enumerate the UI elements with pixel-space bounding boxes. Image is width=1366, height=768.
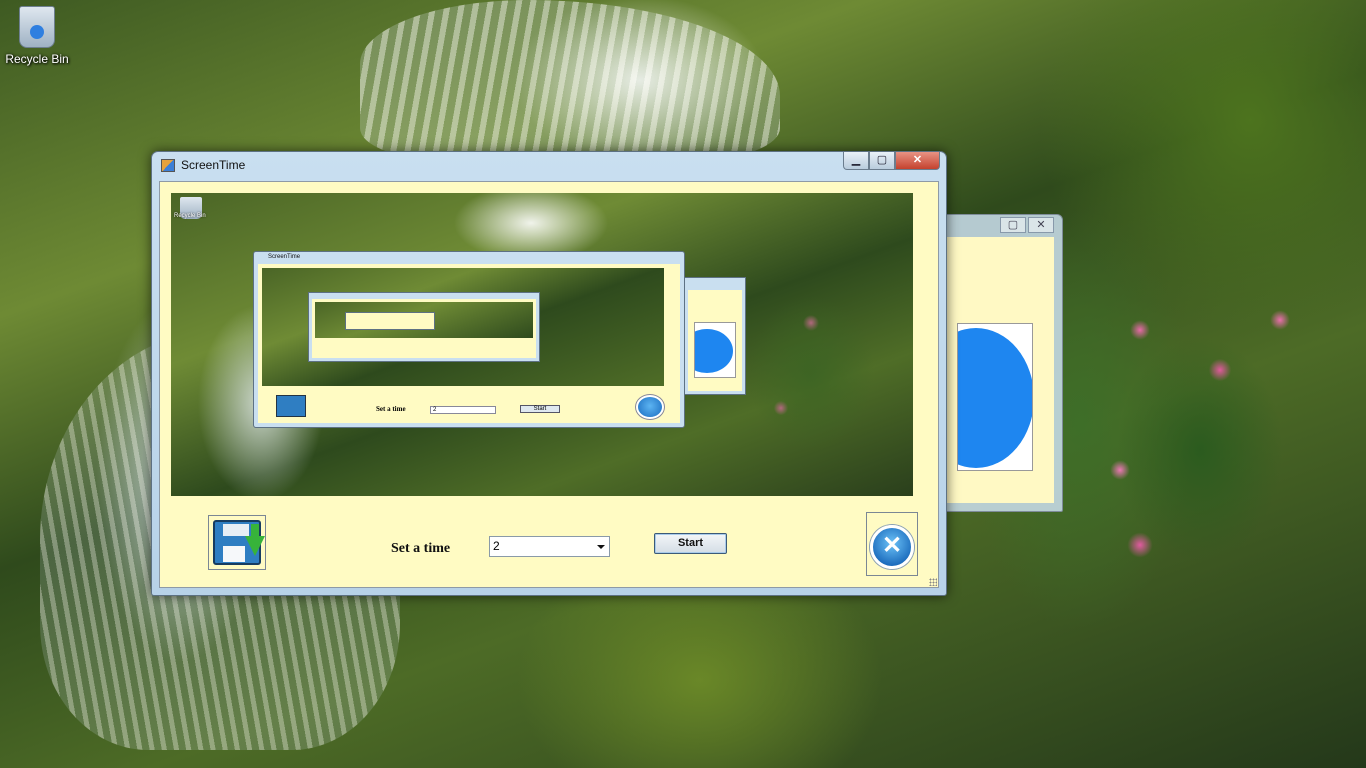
preview-nested-window: ScreenTime Set a time 2 Start bbox=[253, 251, 685, 428]
screentime-window[interactable]: ScreenTime ▁ ▢ ✕ Recycle Bin ScreenTime bbox=[151, 151, 947, 596]
maximize-button[interactable]: ▢ bbox=[869, 152, 895, 170]
preview-recycle-bin-label: Recycle Bin bbox=[174, 213, 206, 219]
background-window-controls: ▢ ✕ bbox=[1000, 217, 1054, 233]
preview-nested-title: ScreenTime bbox=[268, 254, 301, 260]
exit-button[interactable]: ✕ bbox=[866, 512, 918, 576]
waterfall-top bbox=[360, 0, 780, 160]
preview-nested-screenshot bbox=[262, 268, 664, 386]
time-select[interactable]: 2 bbox=[489, 536, 610, 557]
preview-nested-window-3 bbox=[345, 312, 435, 330]
desktop-recycle-bin[interactable]: Recycle Bin bbox=[4, 6, 70, 66]
down-arrow-icon bbox=[245, 536, 265, 556]
save-button[interactable] bbox=[208, 515, 266, 570]
recycle-bin-label: Recycle Bin bbox=[5, 52, 69, 66]
app-icon bbox=[161, 159, 175, 172]
power-button[interactable] bbox=[957, 323, 1033, 471]
chevron-down-icon[interactable] bbox=[597, 545, 605, 549]
bg-maximize-button[interactable]: ▢ bbox=[1000, 217, 1026, 233]
floppy-disk-icon bbox=[213, 520, 265, 565]
window-controls: ▁ ▢ ✕ bbox=[843, 152, 940, 170]
close-button[interactable]: ✕ bbox=[895, 152, 940, 170]
preview-power-icon bbox=[694, 322, 736, 378]
preview-exit-icon bbox=[635, 394, 665, 420]
preview-set-time-label: Set a time bbox=[376, 405, 406, 413]
set-time-label: Set a time bbox=[391, 541, 451, 556]
window-client: Recycle Bin ScreenTime Set a time 2 Star… bbox=[159, 181, 939, 588]
preview-nested-window-2 bbox=[308, 292, 540, 362]
title-bar[interactable]: ScreenTime ▁ ▢ ✕ bbox=[152, 152, 946, 178]
flowers bbox=[1080, 300, 1320, 600]
preview-time-combo: 2 bbox=[430, 406, 496, 414]
close-circle-icon: ✕ bbox=[870, 525, 914, 569]
resize-grip[interactable] bbox=[929, 578, 937, 586]
time-select-value: 2 bbox=[493, 539, 500, 553]
window-title: ScreenTime bbox=[181, 158, 246, 172]
start-button[interactable]: Start bbox=[654, 533, 727, 554]
recycle-bin-icon bbox=[19, 6, 55, 48]
preview-background-window bbox=[684, 277, 746, 395]
preview-save-icon bbox=[276, 395, 306, 417]
screenshot-preview: Recycle Bin ScreenTime Set a time 2 Star… bbox=[171, 193, 913, 496]
minimize-button[interactable]: ▁ bbox=[843, 152, 869, 170]
power-icon bbox=[958, 328, 1032, 468]
bg-close-button[interactable]: ✕ bbox=[1028, 217, 1054, 233]
preview-start-button: Start bbox=[520, 405, 560, 413]
